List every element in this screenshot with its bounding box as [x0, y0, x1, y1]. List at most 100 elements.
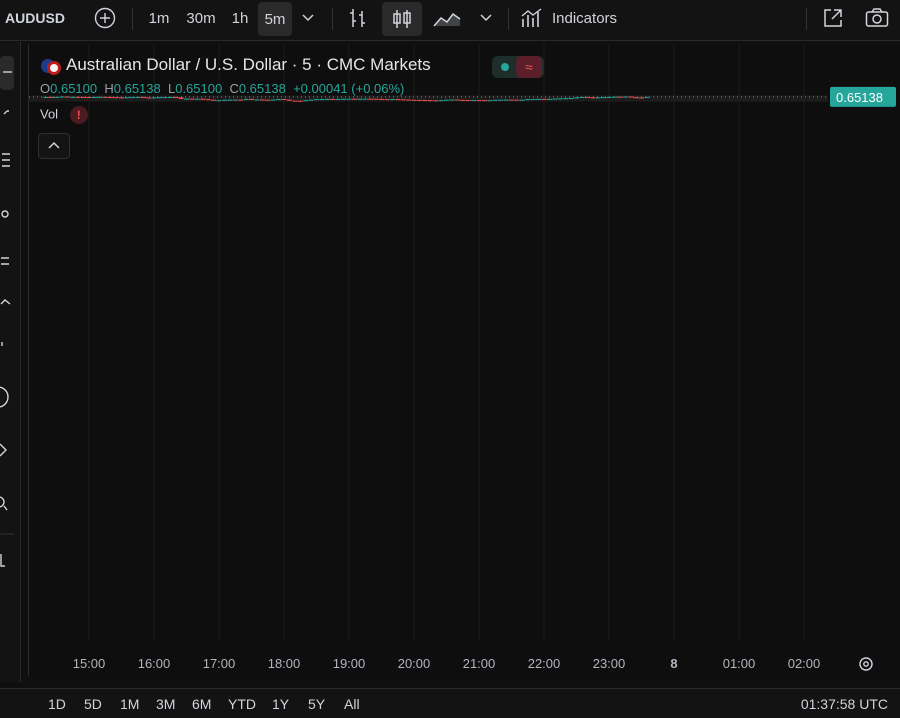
collapse-legend-button[interactable] [38, 133, 70, 159]
candle[interactable] [557, 98, 563, 100]
candle[interactable] [189, 98, 195, 100]
candle[interactable] [416, 99, 422, 101]
candle[interactable] [91, 96, 97, 99]
candle[interactable] [622, 96, 628, 98]
candle[interactable] [492, 99, 498, 101]
candle[interactable] [368, 98, 374, 100]
candle[interactable] [357, 98, 363, 100]
candle[interactable] [514, 99, 520, 101]
utc-clock[interactable]: 01:37:58 UTC [801, 696, 888, 712]
candle[interactable] [525, 99, 531, 101]
candle[interactable] [140, 96, 146, 98]
range-all[interactable]: All [344, 696, 360, 712]
candle[interactable] [75, 96, 81, 98]
candle[interactable] [70, 96, 76, 98]
candle[interactable] [232, 99, 238, 101]
volume-indicator[interactable]: Vol ! [40, 106, 88, 124]
candle[interactable] [162, 97, 168, 99]
range-1d[interactable]: 1D [48, 696, 66, 712]
settings-gear-icon[interactable] [856, 654, 876, 674]
candle[interactable] [530, 99, 536, 101]
candle[interactable] [227, 99, 233, 101]
candle[interactable] [519, 99, 525, 101]
candle[interactable] [200, 98, 206, 100]
candle[interactable] [406, 99, 412, 101]
candle[interactable] [238, 99, 244, 101]
range-1y[interactable]: 1Y [272, 696, 289, 712]
candle[interactable] [292, 100, 298, 102]
candle[interactable] [454, 99, 460, 101]
candle[interactable] [379, 98, 384, 100]
range-6m[interactable]: 6M [192, 696, 211, 712]
candle[interactable] [601, 97, 607, 99]
candle[interactable] [265, 99, 271, 101]
candle[interactable] [211, 99, 217, 101]
candle[interactable] [324, 98, 330, 100]
candle[interactable] [422, 99, 428, 102]
market-status-badge[interactable]: ≈ [492, 56, 544, 78]
candle[interactable] [184, 98, 189, 100]
candle[interactable] [389, 99, 395, 101]
candle[interactable] [487, 100, 493, 102]
candle[interactable] [411, 99, 417, 101]
candle[interactable] [628, 96, 634, 98]
candle[interactable] [395, 99, 401, 101]
candle[interactable] [259, 99, 265, 101]
candle[interactable] [81, 96, 87, 98]
candle[interactable] [216, 100, 222, 102]
candle[interactable] [146, 97, 152, 99]
candle[interactable] [438, 100, 444, 102]
candle[interactable] [617, 96, 623, 98]
range-ytd[interactable]: YTD [228, 696, 256, 712]
candle[interactable] [498, 99, 504, 101]
candle[interactable] [400, 99, 406, 101]
candle[interactable] [270, 99, 276, 101]
candle[interactable] [129, 97, 135, 99]
candle[interactable] [444, 99, 449, 101]
candle[interactable] [579, 96, 585, 98]
range-5y[interactable]: 5Y [308, 696, 325, 712]
candle[interactable] [205, 98, 211, 101]
candle[interactable] [314, 99, 319, 101]
candle[interactable] [167, 96, 173, 99]
candle[interactable] [286, 99, 292, 101]
candle[interactable] [552, 98, 558, 100]
candle[interactable] [639, 97, 644, 99]
candle[interactable] [449, 99, 455, 101]
candle[interactable] [563, 98, 569, 100]
candle[interactable] [546, 98, 552, 100]
candle[interactable] [471, 100, 477, 102]
candle[interactable] [433, 100, 439, 102]
candle[interactable] [281, 98, 287, 101]
candle[interactable] [606, 96, 612, 98]
candle[interactable] [86, 96, 92, 99]
candle[interactable] [351, 98, 357, 100]
candle[interactable] [568, 98, 574, 100]
candle[interactable] [481, 100, 487, 102]
candle[interactable] [503, 99, 509, 101]
candle[interactable] [156, 97, 162, 99]
candle[interactable] [221, 99, 227, 101]
candle[interactable] [346, 98, 352, 100]
candle[interactable] [43, 96, 49, 98]
candle[interactable] [97, 96, 103, 98]
candle[interactable] [595, 97, 601, 99]
candle[interactable] [124, 97, 130, 99]
candle[interactable] [276, 99, 282, 101]
candle[interactable] [509, 99, 514, 101]
candle[interactable] [373, 98, 379, 100]
candle[interactable] [427, 100, 433, 102]
error-icon[interactable]: ! [69, 106, 88, 124]
candle[interactable] [249, 98, 254, 100]
range-1m[interactable]: 1M [120, 696, 139, 712]
candle[interactable] [460, 99, 466, 101]
candle[interactable] [108, 96, 114, 99]
candle[interactable] [173, 96, 179, 99]
candle[interactable] [644, 96, 650, 98]
candle[interactable] [54, 96, 59, 98]
candle[interactable] [194, 98, 200, 100]
candle[interactable] [64, 96, 70, 98]
candle[interactable] [151, 97, 157, 99]
candle[interactable] [384, 99, 390, 101]
range-5d[interactable]: 5D [84, 696, 102, 712]
